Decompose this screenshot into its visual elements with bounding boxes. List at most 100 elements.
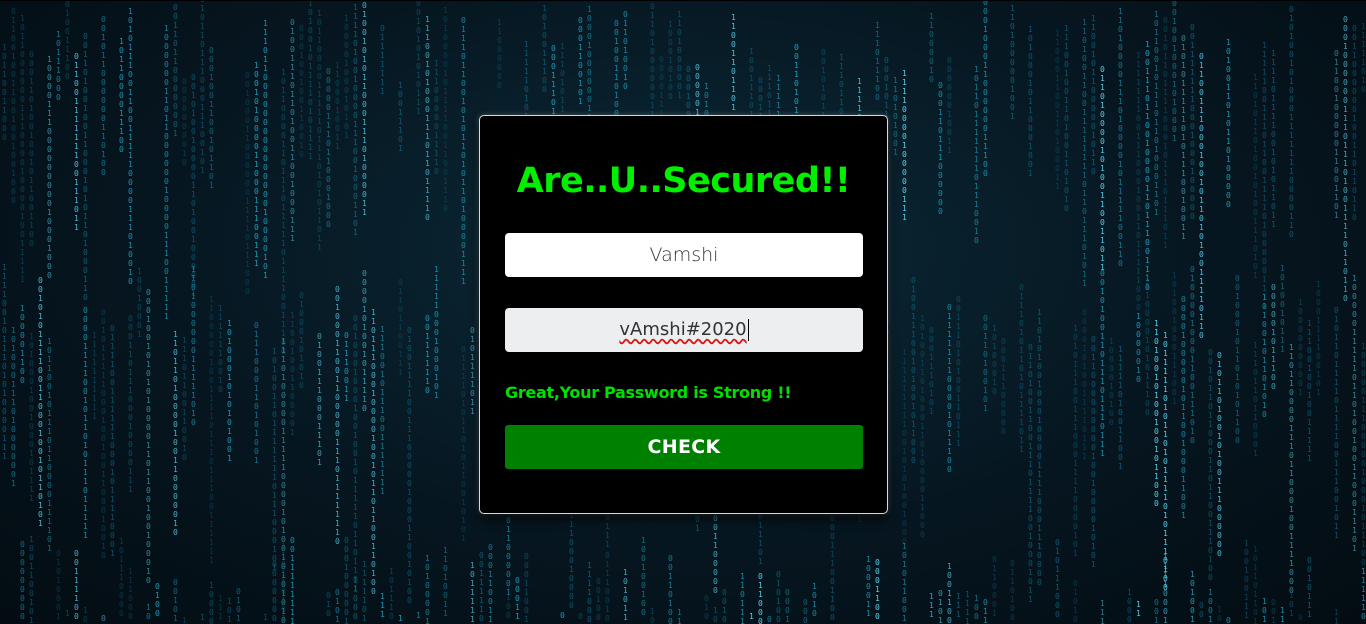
svg-text:00100: 00100 bbox=[596, 577, 601, 622]
svg-text:00011001: 00011001 bbox=[524, 552, 529, 624]
svg-text:0: 0 bbox=[578, 612, 583, 621]
svg-text:1111111111: 1111111111 bbox=[92, 331, 97, 421]
svg-text:01110010: 01110010 bbox=[605, 551, 610, 623]
password-input[interactable]: vAmshi#2020 bbox=[505, 308, 863, 352]
svg-text:0011000000100110110110: 0011000000100110110110 bbox=[1352, 24, 1357, 222]
svg-text:101110: 101110 bbox=[389, 567, 394, 621]
svg-text:010010101100011101000011: 010010101100011101000011 bbox=[362, 1, 367, 217]
svg-text:1010011010110100000: 1010011010110100000 bbox=[1226, 38, 1231, 209]
svg-text:11111010: 11111010 bbox=[1361, 22, 1366, 94]
svg-text:00100011001100000111011111110: 00100011001100000111011111110 bbox=[335, 285, 340, 546]
svg-text:0: 0 bbox=[1298, 613, 1303, 622]
svg-text:10: 10 bbox=[650, 607, 655, 624]
svg-text:01110011: 01110011 bbox=[344, 331, 349, 403]
svg-text:1110000101011100: 1110000101011100 bbox=[1145, 273, 1150, 417]
svg-text:00111100: 00111100 bbox=[74, 549, 79, 621]
svg-text:001011000000110100: 001011000000110100 bbox=[101, 15, 106, 177]
svg-text:100100111: 100100111 bbox=[1244, 539, 1249, 620]
svg-text:01000101010: 01000101010 bbox=[299, 291, 304, 390]
svg-text:101110000: 101110000 bbox=[119, 537, 124, 618]
svg-text:11110100100001110010001101: 11110100100001110010001101 bbox=[353, 3, 358, 237]
svg-text:1110010111001111111: 1110010111001111111 bbox=[380, 325, 385, 496]
svg-text:100000111110110100100110001110: 1000001111101101001001100011101 bbox=[1352, 274, 1357, 553]
svg-text:10: 10 bbox=[1217, 605, 1222, 623]
svg-text:101011: 101011 bbox=[623, 568, 628, 622]
svg-text:11111010011001: 11111010011001 bbox=[1118, 345, 1123, 471]
svg-text:00011100000: 00011100000 bbox=[1001, 337, 1006, 436]
svg-text:11010011: 11010011 bbox=[443, 546, 448, 618]
svg-text:001: 001 bbox=[1271, 598, 1276, 624]
svg-text:10: 10 bbox=[713, 606, 718, 624]
check-button[interactable]: CHECK bbox=[505, 425, 863, 469]
svg-text:10110111111101110010: 10110111111101110010 bbox=[974, 65, 979, 245]
svg-text:0111111100001011100: 0111111100001011100 bbox=[947, 303, 952, 474]
svg-text:0: 0 bbox=[767, 615, 772, 624]
svg-text:0010111110001001001100010010: 0010111110001001001100010010 bbox=[101, 308, 106, 560]
svg-text:1011111: 1011111 bbox=[470, 561, 475, 624]
top-border bbox=[0, 0, 1366, 1]
svg-text:1100010011: 1100010011 bbox=[335, 61, 340, 151]
svg-text:010: 010 bbox=[704, 594, 709, 621]
svg-text:10110011000: 10110011000 bbox=[2, 43, 7, 142]
svg-text:1001110110010000110111001110: 1001110110010000110111001110 bbox=[1145, 40, 1150, 292]
svg-text:111: 111 bbox=[218, 594, 223, 621]
svg-text:110100110011111111011011101011: 110100110011111111011011101011 bbox=[1082, 18, 1087, 288]
svg-text:11110111100101011011: 11110111100101011011 bbox=[1271, 49, 1276, 229]
svg-text:1111110010: 1111110010 bbox=[218, 304, 223, 394]
svg-text:111110011101100111101000001111: 111110011101100111101000001111 bbox=[1262, 41, 1267, 311]
svg-text:111011100: 111011100 bbox=[875, 21, 880, 102]
svg-text:1110110110001: 1110110110001 bbox=[1253, 341, 1258, 458]
svg-text:110110101: 110110101 bbox=[281, 542, 286, 623]
svg-text:111110001000101: 111110001000101 bbox=[434, 265, 439, 400]
svg-text:01010111110101110010011: 01010111110101110010011 bbox=[1181, 34, 1186, 241]
svg-text:0000101001011110: 0000101001011110 bbox=[362, 269, 367, 413]
svg-text:110101001000100001111000111000: 1101010010001000011110001110000 bbox=[1037, 308, 1042, 587]
svg-text:01111111: 01111111 bbox=[380, 24, 385, 96]
svg-text:10: 10 bbox=[146, 603, 151, 621]
svg-text:11: 11 bbox=[1136, 600, 1141, 618]
svg-text:0010001011010101100: 0010001011010101100 bbox=[1235, 274, 1240, 445]
svg-text:11: 11 bbox=[1280, 606, 1285, 624]
svg-text:0: 0 bbox=[1226, 616, 1231, 624]
svg-text:101: 101 bbox=[1289, 591, 1294, 618]
svg-text:110111: 110111 bbox=[740, 572, 745, 624]
svg-text:1111001011101010000111: 1111001011101010000111 bbox=[2, 263, 7, 461]
svg-text:1000: 1000 bbox=[1127, 588, 1132, 624]
svg-text:11100101000111011011110: 11100101000111011011110 bbox=[425, 15, 430, 222]
svg-text:0011111111: 0011111111 bbox=[290, 536, 295, 624]
svg-text:10100010: 10100010 bbox=[992, 324, 997, 396]
svg-text:1100: 1100 bbox=[506, 584, 511, 620]
svg-text:00011: 00011 bbox=[515, 576, 520, 621]
svg-text:000: 000 bbox=[803, 598, 808, 624]
svg-text:0101: 0101 bbox=[938, 589, 943, 624]
svg-text:1: 1 bbox=[749, 612, 754, 621]
svg-text:0010101010111: 0010101010111 bbox=[416, 0, 421, 116]
svg-text:001010011011101110111: 001010011011101110111 bbox=[1100, 269, 1105, 458]
svg-text:111: 111 bbox=[956, 592, 961, 619]
svg-text:00011011100010000111: 00011011100010000111 bbox=[128, 314, 133, 494]
svg-text:1101000001001: 1101000001001 bbox=[1010, 4, 1015, 121]
svg-text:10000010: 10000010 bbox=[1136, 312, 1141, 384]
svg-text:11001101101: 11001101101 bbox=[731, 13, 736, 112]
svg-text:0100111011010011001000111: 0100111011010011001000111 bbox=[290, 18, 295, 243]
svg-text:1101100001110110001001111000: 1101100001110110001001111000 bbox=[1289, 343, 1294, 595]
username-input[interactable] bbox=[505, 233, 863, 277]
svg-text:10000100010101: 10000100010101 bbox=[344, 14, 349, 140]
svg-text:011101100101011010110100001111: 011101100101011010110100001111 bbox=[461, 16, 466, 286]
svg-text:01101000010100110011011: 01101000010100110011011 bbox=[1100, 65, 1105, 272]
svg-text:100010100: 100010100 bbox=[668, 20, 673, 101]
svg-text:1010001010101001: 1010001010101001 bbox=[227, 319, 232, 463]
svg-text:101001: 101001 bbox=[1190, 570, 1195, 624]
svg-text:101011001: 101011001 bbox=[902, 542, 907, 623]
svg-text:1011000011100: 1011000011100 bbox=[119, 37, 124, 154]
svg-text:010011100011101: 010011100011101 bbox=[317, 332, 322, 467]
svg-text:1000111100101: 1000111100101 bbox=[1316, 280, 1321, 397]
svg-text:001000100010010010111110110110: 0010001000100100101111101101101 bbox=[353, 314, 358, 593]
svg-text:1001: 1001 bbox=[1208, 588, 1213, 624]
svg-text:00001010011110111: 00001010011110111 bbox=[1082, 308, 1087, 461]
svg-text:101: 101 bbox=[227, 597, 232, 624]
svg-text:1000011: 1000011 bbox=[866, 555, 871, 618]
svg-text:10010001: 10010001 bbox=[137, 267, 142, 339]
svg-text:101100001101110111110111100111: 10110000110111011111011110011100 bbox=[281, 68, 286, 356]
svg-text:101100101110110000111101: 101100101110110000111101 bbox=[47, 337, 52, 553]
